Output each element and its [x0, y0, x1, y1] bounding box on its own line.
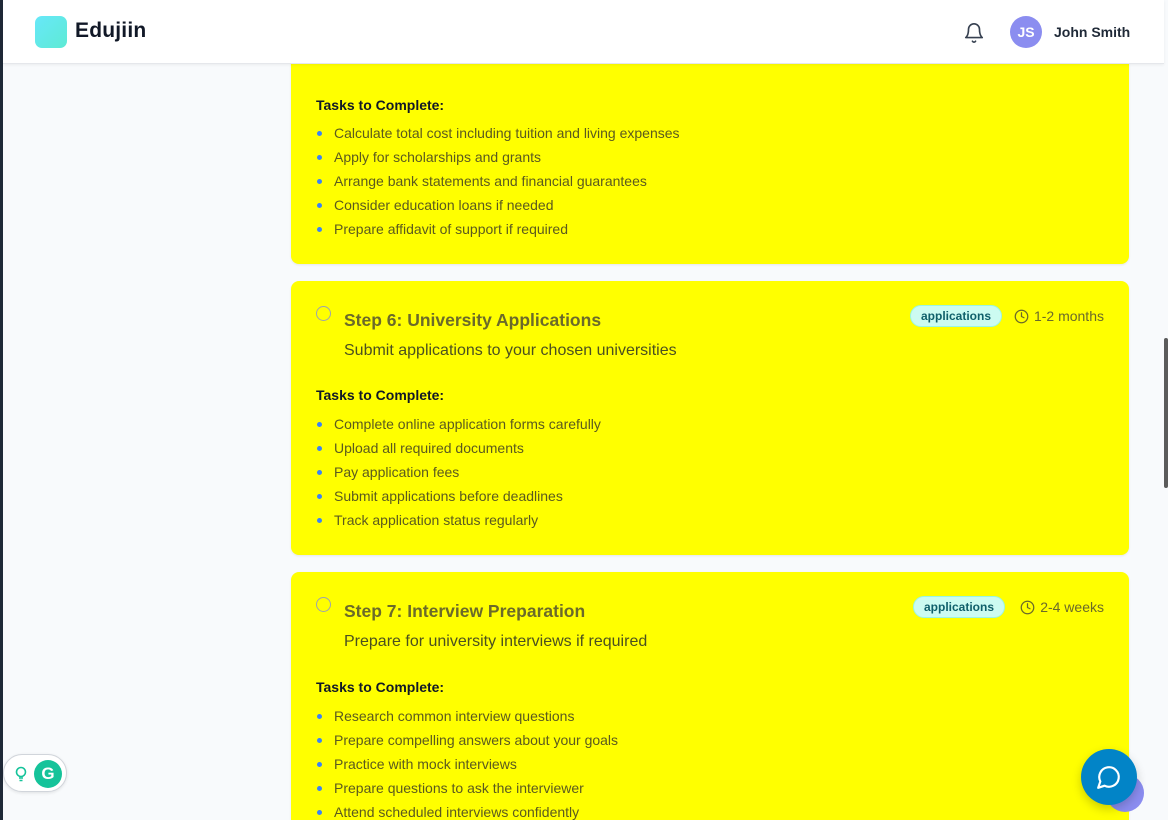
step-description: Submit applications to your chosen unive… — [344, 342, 677, 359]
list-item: Apply for scholarships and grants — [316, 145, 680, 169]
step-complete-checkbox[interactable] — [316, 597, 331, 612]
avatar[interactable]: JS — [1010, 16, 1042, 48]
task-list: Research common interview questions Prep… — [316, 704, 618, 820]
list-item: Prepare compelling answers about your go… — [316, 728, 618, 752]
task-list: Complete online application forms carefu… — [316, 412, 601, 532]
list-item: Practice with mock interviews — [316, 752, 618, 776]
scrollbar[interactable] — [1162, 0, 1168, 820]
duration-info: 1-2 months — [1014, 308, 1104, 324]
tasks-label: Tasks to Complete: — [316, 387, 445, 403]
list-item: Arrange bank statements and financial gu… — [316, 169, 680, 193]
app-logo-icon[interactable] — [35, 16, 67, 48]
category-badge: applications — [913, 596, 1006, 618]
grammarly-icon[interactable]: G — [34, 760, 62, 788]
step-card-prev: Tasks to Complete: Calculate total cost … — [291, 40, 1129, 264]
step-title: Step 6: University Applications — [344, 310, 602, 330]
clock-icon — [1020, 600, 1035, 614]
list-item: Submit applications before deadlines — [316, 484, 601, 508]
tasks-label: Tasks to Complete: — [316, 97, 445, 113]
duration-info: 2-4 weeks — [1020, 599, 1104, 615]
list-item: Pay application fees — [316, 460, 601, 484]
bell-icon[interactable] — [963, 22, 985, 44]
step-card-6: Step 6: University Applications Submit a… — [291, 281, 1129, 555]
user-name[interactable]: John Smith — [1054, 24, 1130, 40]
list-item: Upload all required documents — [316, 436, 601, 460]
list-item: Track application status regularly — [316, 508, 601, 532]
list-item: Research common interview questions — [316, 704, 618, 728]
top-header: Edujiin JS John Smith — [3, 0, 1164, 64]
list-item: Consider education loans if needed — [316, 193, 680, 217]
step-card-7: Step 7: Interview Preparation Prepare fo… — [291, 572, 1129, 820]
lightbulb-icon[interactable] — [14, 766, 28, 782]
chat-button[interactable] — [1081, 749, 1137, 805]
duration-text: 1-2 months — [1033, 308, 1104, 324]
left-edge-bar — [0, 0, 3, 820]
scrollbar-thumb[interactable] — [1164, 338, 1168, 488]
category-badge: applications — [910, 305, 1003, 327]
step-complete-checkbox[interactable] — [316, 306, 331, 321]
list-item: Prepare affidavit of support if required — [316, 217, 680, 241]
list-item: Calculate total cost including tuition a… — [316, 121, 680, 145]
list-item: Complete online application forms carefu… — [316, 412, 601, 436]
duration-text: 2-4 weeks — [1040, 599, 1104, 615]
grammarly-widget[interactable]: G — [3, 754, 67, 792]
list-item: Prepare questions to ask the interviewer — [316, 776, 618, 800]
tasks-label: Tasks to Complete: — [316, 679, 445, 695]
clock-icon — [1014, 309, 1029, 323]
task-list: Calculate total cost including tuition a… — [316, 121, 680, 241]
app-name[interactable]: Edujiin — [75, 19, 146, 43]
step-title: Step 7: Interview Preparation — [344, 601, 586, 621]
list-item: Attend scheduled interviews confidently — [316, 800, 618, 820]
step-description: Prepare for university interviews if req… — [344, 633, 648, 650]
chat-bubble-icon — [1097, 766, 1120, 789]
